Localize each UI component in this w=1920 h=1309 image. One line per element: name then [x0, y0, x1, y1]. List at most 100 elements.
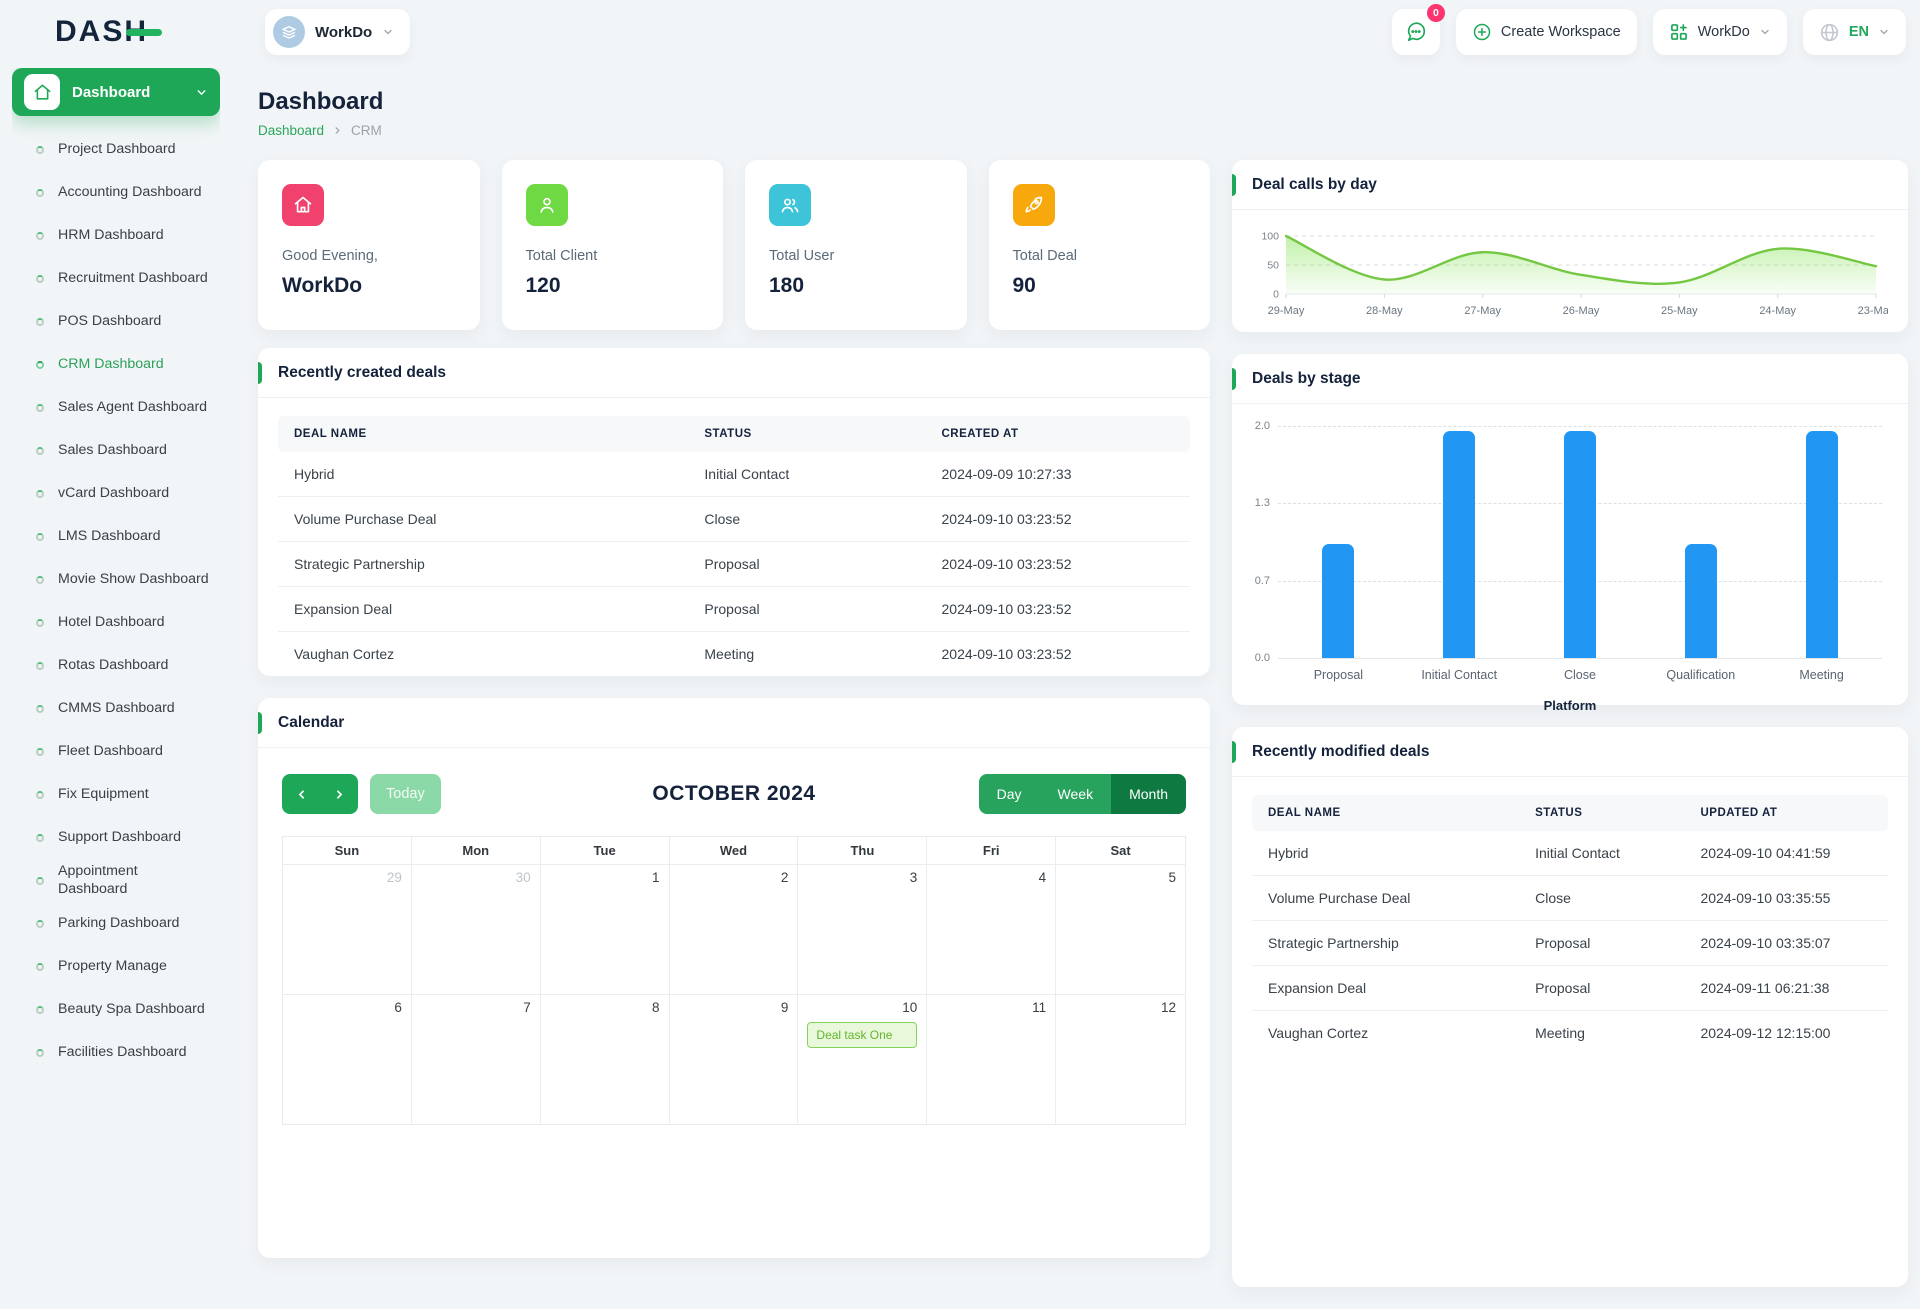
sidebar-item-facilities-dashboard[interactable]: Facilities Dashboard — [12, 1031, 220, 1074]
calendar-day-29[interactable]: 29 — [283, 864, 412, 994]
svg-text:25-May: 25-May — [1661, 305, 1698, 317]
sidebar-item-accounting-dashboard[interactable]: Accounting Dashboard — [12, 171, 220, 214]
y-tick-label: 1.3 — [1255, 497, 1270, 509]
sidebar-item-property-manage[interactable]: Property Manage — [12, 945, 220, 988]
stat-card-good-evening: Good Evening,WorkDo — [258, 160, 480, 330]
workspace-switcher[interactable]: WorkDo — [1653, 9, 1787, 55]
stat-value: 120 — [526, 274, 700, 298]
sidebar-item-sales-agent-dashboard[interactable]: Sales Agent Dashboard — [12, 386, 220, 429]
weekday-label: Sat — [1056, 837, 1185, 864]
cell: 2024-09-10 04:41:59 — [1684, 831, 1888, 876]
calendar-day-2[interactable]: 2 — [670, 864, 799, 994]
sidebar-item-vcard-dashboard[interactable]: vCard Dashboard — [12, 472, 220, 515]
calendar-day-11[interactable]: 11 — [927, 994, 1056, 1124]
column-header: CREATED AT — [926, 416, 1191, 452]
sidebar-section-dashboard[interactable]: Dashboard — [12, 68, 220, 116]
user-icon — [526, 184, 568, 226]
sidebar-item-support-dashboard[interactable]: Support Dashboard — [12, 816, 220, 859]
sidebar-item-appointment-dashboard[interactable]: Appointment Dashboard — [12, 859, 220, 902]
bullet-icon — [36, 447, 44, 455]
bullet-icon — [36, 791, 44, 799]
sidebar-item-fleet-dashboard[interactable]: Fleet Dashboard — [12, 730, 220, 773]
calendar-event[interactable]: Deal task One — [807, 1022, 917, 1048]
calendar-day-4[interactable]: 4 — [927, 864, 1056, 994]
calendar-day-1[interactable]: 1 — [541, 864, 670, 994]
sidebar-item-cmms-dashboard[interactable]: CMMS Dashboard — [12, 687, 220, 730]
svg-text:27-May: 27-May — [1464, 305, 1501, 317]
bullet-icon — [36, 748, 44, 756]
stat-value: 90 — [1013, 274, 1187, 298]
cell: 2024-09-10 03:23:52 — [926, 632, 1191, 677]
sidebar-item-label: Beauty Spa Dashboard — [58, 1001, 205, 1019]
recently-modified-deals-table: DEAL NAMESTATUSUPDATED AT HybridInitial … — [1252, 795, 1888, 1055]
cell: 2024-09-09 10:27:33 — [926, 452, 1191, 497]
sidebar-item-label: HRM Dashboard — [58, 227, 164, 245]
layers-icon — [280, 23, 298, 41]
cell: Strategic Partnership — [278, 542, 688, 587]
language-selector[interactable]: EN — [1803, 9, 1906, 55]
day-number: 11 — [936, 1000, 1046, 1015]
calendar-day-6[interactable]: 6 — [283, 994, 412, 1124]
bullet-icon — [36, 490, 44, 498]
sidebar-item-lms-dashboard[interactable]: LMS Dashboard — [12, 515, 220, 558]
create-workspace-button[interactable]: Create Workspace — [1456, 9, 1637, 55]
calendar-day-5[interactable]: 5 — [1056, 864, 1185, 994]
calendar-day-10[interactable]: 10Deal task One — [798, 994, 927, 1124]
sidebar-item-label: Appointment Dashboard — [58, 863, 166, 899]
calendar-week-row: 29 30 12345 — [283, 864, 1185, 994]
day-number: 30 — [421, 870, 531, 885]
table-row: HybridInitial Contact2024-09-09 10:27:33 — [278, 452, 1190, 497]
stats-row: Good Evening,WorkDoTotal Client120Total … — [258, 160, 1210, 330]
app-logo[interactable]: DASH — [55, 15, 148, 49]
sidebar-item-sales-dashboard[interactable]: Sales Dashboard — [12, 429, 220, 472]
bullet-icon — [36, 576, 44, 584]
calendar-week-row: 678910Deal task One 11 12 — [283, 994, 1185, 1124]
sidebar-item-rotas-dashboard[interactable]: Rotas Dashboard — [12, 644, 220, 687]
calendar-day-30[interactable]: 30 — [412, 864, 541, 994]
x-tick-label: Qualification — [1640, 668, 1761, 682]
sidebar-item-recruitment-dashboard[interactable]: Recruitment Dashboard — [12, 257, 220, 300]
calendar-view-month[interactable]: Month — [1111, 774, 1186, 814]
sidebar-item-fix-equipment[interactable]: Fix Equipment — [12, 773, 220, 816]
table-row: Volume Purchase DealClose2024-09-10 03:3… — [1252, 876, 1888, 921]
stat-label: Total User — [769, 248, 943, 264]
cell: 2024-09-12 12:15:00 — [1684, 1011, 1888, 1056]
workspace-name: WorkDo — [315, 24, 372, 41]
calendar-day-7[interactable]: 7 — [412, 994, 541, 1124]
sidebar-item-crm-dashboard[interactable]: CRM Dashboard — [12, 343, 220, 386]
sidebar-item-beauty-spa-dashboard[interactable]: Beauty Spa Dashboard — [12, 988, 220, 1031]
sidebar-item-movie-show-dashboard[interactable]: Movie Show Dashboard — [12, 558, 220, 601]
sidebar-item-hrm-dashboard[interactable]: HRM Dashboard — [12, 214, 220, 257]
calendar-day-12[interactable]: 12 — [1056, 994, 1185, 1124]
sidebar-item-project-dashboard[interactable]: Project Dashboard — [12, 128, 220, 171]
breadcrumb-dashboard-link[interactable]: Dashboard — [258, 123, 324, 138]
calendar-view-day[interactable]: Day — [979, 774, 1040, 814]
cell: Hybrid — [278, 452, 688, 497]
sidebar-item-hotel-dashboard[interactable]: Hotel Dashboard — [12, 601, 220, 644]
sidebar-item-label: LMS Dashboard — [58, 528, 161, 546]
calendar-day-3[interactable]: 3 — [798, 864, 927, 994]
day-number: 6 — [292, 1000, 402, 1015]
logo-dash-accent — [126, 29, 162, 36]
workspace-pill[interactable]: WorkDo — [265, 9, 410, 55]
chat-icon — [1405, 21, 1427, 43]
bar-chart-y-axis: 2.01.30.70.0 — [1244, 426, 1278, 658]
calendar-grid: SunMonTueWedThuFriSat 293012345678910Dea… — [282, 836, 1186, 1125]
bar-qualification — [1685, 544, 1717, 658]
main-content: Dashboard Dashboard CRM Good Evening,Wor… — [258, 88, 1908, 1309]
bar-chart-xlabel: Platform — [1232, 698, 1908, 713]
deals-by-stage-title: Deals by stage — [1252, 370, 1361, 388]
table-row: Vaughan CortezMeeting2024-09-12 12:15:00 — [1252, 1011, 1888, 1056]
weekday-label: Mon — [412, 837, 541, 864]
cell: Vaughan Cortez — [1252, 1011, 1519, 1056]
sidebar-item-pos-dashboard[interactable]: POS Dashboard — [12, 300, 220, 343]
cell: 2024-09-10 03:35:55 — [1684, 876, 1888, 921]
calendar-day-8[interactable]: 8 — [541, 994, 670, 1124]
messages-button[interactable]: 0 — [1392, 9, 1440, 55]
bullet-icon — [36, 705, 44, 713]
recently-created-deals-title: Recently created deals — [278, 364, 446, 382]
sidebar-item-parking-dashboard[interactable]: Parking Dashboard — [12, 902, 220, 945]
calendar-view-week[interactable]: Week — [1040, 774, 1112, 814]
bullet-icon — [36, 232, 44, 240]
calendar-day-9[interactable]: 9 — [670, 994, 799, 1124]
